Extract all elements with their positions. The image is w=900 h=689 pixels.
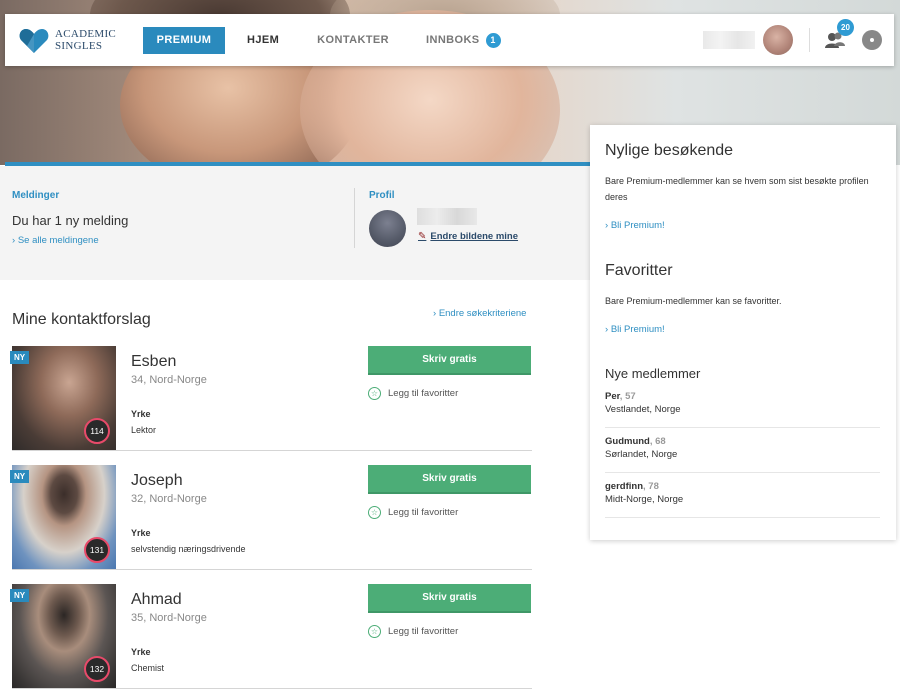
match-score: 114 <box>84 418 110 444</box>
eye-icon[interactable] <box>862 30 882 50</box>
new-member-item[interactable]: Gudmund, 68 Sørlandet, Norge <box>605 428 880 473</box>
new-badge: NY <box>10 351 29 364</box>
member-name[interactable]: Esben <box>131 353 176 371</box>
nav-premium-button[interactable]: PREMIUM <box>143 26 225 54</box>
suggestion-card: 114 NY Esben 34, Nord-Norge Yrke Lektor … <box>10 346 532 451</box>
suggestion-card: 132 NY Ahmad 35, Nord-Norge Yrke Chemist… <box>10 584 532 689</box>
add-favorite-button[interactable]: ☆ Legg til favoritter <box>368 506 458 519</box>
messages-label: Meldinger <box>12 190 60 201</box>
write-free-button[interactable]: Skriv gratis <box>368 346 531 375</box>
profile-label: Profil <box>369 190 395 201</box>
job-label: Yrke <box>131 409 151 419</box>
profile-name-blurred <box>417 208 477 225</box>
new-member-age: 57 <box>625 391 636 402</box>
new-badge: NY <box>10 589 29 602</box>
logo[interactable]: ACADEMIC SINGLES <box>19 26 139 54</box>
favorites-text: Bare Premium-medlemmer kan se favoritter… <box>605 296 782 306</box>
new-badge: NY <box>10 470 29 483</box>
nav-kontakter[interactable]: KONTAKTER <box>317 34 389 46</box>
recent-visitors-title: Nylige besøkende <box>605 142 734 159</box>
new-member-item[interactable]: gerdfinn, 78 Midt-Norge, Norge <box>605 473 880 518</box>
pencil-icon: ✎ <box>418 231 427 242</box>
divider <box>809 28 810 52</box>
nav-innboks-label: INNBOKS <box>426 34 480 46</box>
new-member-age: 68 <box>655 436 666 447</box>
job-value: Chemist <box>131 663 165 673</box>
nav-innboks[interactable]: INNBOKS 1 <box>426 32 501 48</box>
divider <box>12 569 532 570</box>
new-member-name: gerdfinn <box>605 481 643 492</box>
nav-hjem[interactable]: HJEM <box>247 34 279 46</box>
add-favorite-button[interactable]: ☆ Legg til favoritter <box>368 387 458 400</box>
new-member-location: Vestlandet, Norge <box>605 404 681 415</box>
member-location: 32, Nord-Norge <box>131 493 207 505</box>
new-member-name: Gudmund <box>605 436 650 447</box>
new-member-item[interactable]: Per, 57 Vestlandet, Norge <box>605 383 880 428</box>
become-premium-link[interactable]: › Bli Premium! <box>605 220 665 231</box>
new-member-name: Per <box>605 391 620 402</box>
star-icon: ☆ <box>368 625 381 638</box>
heart-logo-icon <box>19 26 49 54</box>
recent-visitors-text: Bare Premium-medlemmer kan se hvem som s… <box>605 176 869 202</box>
see-all-messages-link[interactable]: › Se alle meldingene <box>12 235 99 246</box>
top-navigation-bar: ACADEMIC SINGLES PREMIUM HJEM KONTAKTER … <box>5 14 894 66</box>
new-member-location: Sørlandet, Norge <box>605 449 678 460</box>
divider <box>12 450 532 451</box>
suggestions-title: Mine kontaktforslag <box>12 311 151 328</box>
logo-text: ACADEMIC SINGLES <box>55 28 117 52</box>
write-free-button[interactable]: Skriv gratis <box>368 584 531 613</box>
contacts-icon[interactable]: 20 <box>824 19 854 51</box>
match-score: 131 <box>84 537 110 563</box>
add-favorite-button[interactable]: ☆ Legg til favoritter <box>368 625 458 638</box>
write-free-button[interactable]: Skriv gratis <box>368 465 531 494</box>
match-score: 132 <box>84 656 110 682</box>
contacts-count-badge: 20 <box>837 19 854 36</box>
job-value: selvstendig næringsdrivende <box>131 544 246 554</box>
become-premium-link[interactable]: › Bli Premium! <box>605 324 665 335</box>
member-name[interactable]: Joseph <box>131 472 183 490</box>
edit-photos-link[interactable]: ✎ Endre bildene mine <box>418 231 518 242</box>
star-icon: ☆ <box>368 506 381 519</box>
user-avatar[interactable] <box>763 25 793 55</box>
sidebar-panel: Nylige besøkende Bare Premium-medlemmer … <box>590 125 896 540</box>
star-icon: ☆ <box>368 387 381 400</box>
new-members-title: Nye medlemmer <box>605 366 701 381</box>
new-member-location: Midt-Norge, Norge <box>605 494 684 505</box>
suggestion-card: 131 NY Joseph 32, Nord-Norge Yrke selvst… <box>10 465 532 570</box>
member-location: 34, Nord-Norge <box>131 374 207 386</box>
messages-text: Du har 1 ny melding <box>12 213 129 228</box>
job-label: Yrke <box>131 647 151 657</box>
member-name[interactable]: Ahmad <box>131 591 182 609</box>
user-name-blurred[interactable] <box>703 31 755 49</box>
job-value: Lektor <box>131 425 157 435</box>
new-member-age: 78 <box>648 481 659 492</box>
divider <box>354 188 355 248</box>
job-label: Yrke <box>131 528 151 538</box>
member-location: 35, Nord-Norge <box>131 612 207 624</box>
profile-avatar[interactable] <box>369 210 406 247</box>
edit-criteria-link[interactable]: › Endre søkekriteriene <box>433 308 526 319</box>
innboks-count-badge: 1 <box>485 32 501 48</box>
favorites-title: Favoritter <box>605 262 673 279</box>
